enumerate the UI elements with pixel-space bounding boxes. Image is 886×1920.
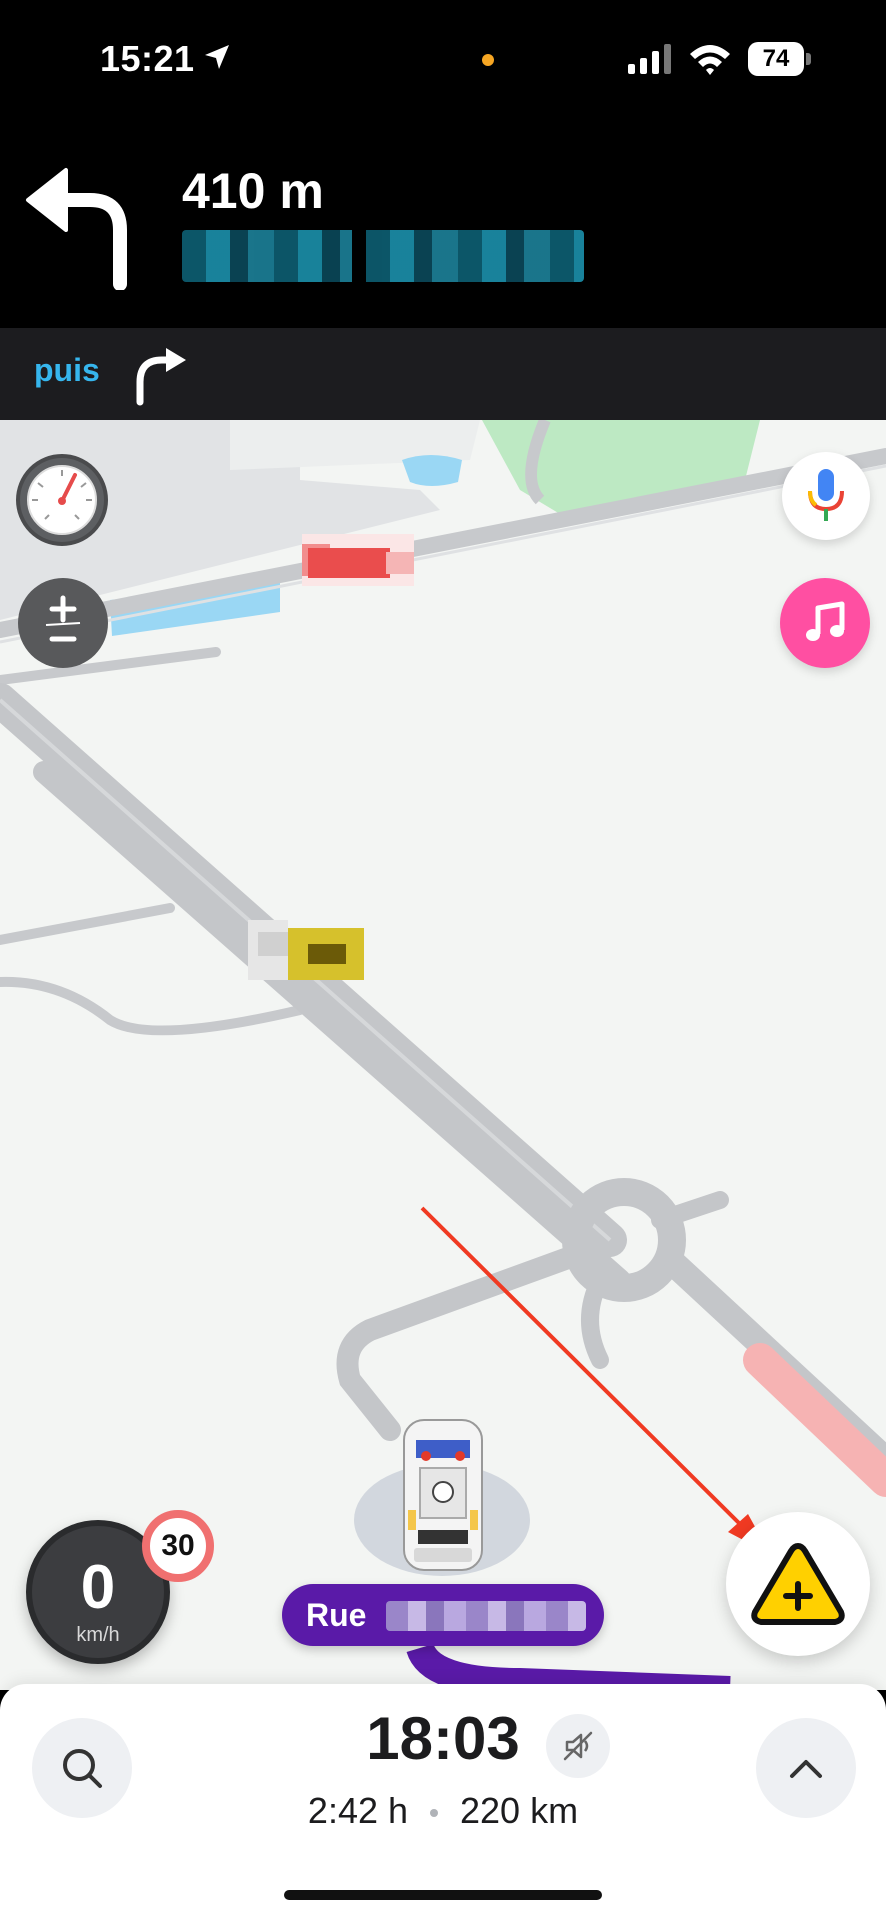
trip-summary-sheet[interactable]: 18:03 2:42 h 220 km bbox=[0, 1684, 886, 1920]
maneuver-distance: 410 m bbox=[182, 163, 324, 219]
report-hazard-plus-icon bbox=[751, 1543, 845, 1625]
map-poi-redacted[interactable] bbox=[302, 534, 414, 586]
navigation-instruction-panel[interactable]: 410 m bbox=[0, 120, 886, 328]
current-street-name-redacted bbox=[386, 1601, 586, 1631]
current-speed-unit: km/h bbox=[76, 1624, 120, 1646]
music-button[interactable] bbox=[780, 578, 870, 668]
street-name-redacted bbox=[182, 230, 584, 282]
status-bar: 15:21 74 bbox=[0, 0, 886, 120]
speed-limit-sign: 30 bbox=[142, 1510, 214, 1582]
arrival-time: 18:03 bbox=[366, 1705, 520, 1772]
current-speed-value: 0 bbox=[80, 1553, 116, 1622]
expand-sheet-button[interactable] bbox=[756, 1718, 856, 1818]
current-street-prefix: Rue bbox=[306, 1597, 367, 1633]
voice-command-button[interactable] bbox=[782, 452, 870, 540]
sound-off-icon bbox=[563, 1731, 593, 1761]
trip-summary-line: 2:42 h 220 km bbox=[0, 1790, 886, 1832]
microphone-icon bbox=[808, 469, 844, 521]
battery-level: 74 bbox=[748, 42, 804, 76]
search-icon bbox=[63, 1749, 102, 1788]
speedometer-icon bbox=[27, 465, 97, 535]
music-note-icon bbox=[806, 601, 845, 641]
zoom-plus-minus-icon bbox=[45, 595, 81, 642]
trip-distance: 220 km bbox=[460, 1790, 579, 1831]
next-maneuver-label: puis bbox=[34, 352, 100, 388]
recording-indicator bbox=[482, 54, 494, 66]
current-street-pill: Rue bbox=[282, 1584, 604, 1646]
turn-right-icon bbox=[136, 348, 186, 406]
next-maneuver-bar: puis bbox=[0, 328, 886, 420]
speedometer-button[interactable] bbox=[16, 454, 108, 546]
map-view[interactable]: 0 km/h 30 Rue bbox=[0, 420, 886, 1690]
location-arrow-icon bbox=[205, 45, 229, 69]
signal-icon bbox=[628, 44, 671, 74]
chevron-up-icon bbox=[790, 1760, 822, 1778]
wifi-icon bbox=[690, 45, 730, 75]
zoom-button[interactable] bbox=[18, 578, 108, 668]
status-time: 15:21 bbox=[100, 38, 195, 79]
map-canvas bbox=[0, 420, 886, 1690]
trip-duration: 2:42 h bbox=[307, 1790, 409, 1831]
separator-dot bbox=[430, 1809, 439, 1818]
report-hazard-button[interactable] bbox=[726, 1512, 870, 1656]
battery-icon: 74 bbox=[748, 42, 811, 76]
turn-left-icon bbox=[26, 168, 127, 290]
sound-toggle-button[interactable] bbox=[546, 1714, 610, 1778]
home-indicator[interactable] bbox=[284, 1890, 602, 1900]
battery-tip bbox=[806, 53, 811, 65]
map-poi-redacted[interactable] bbox=[248, 920, 364, 980]
